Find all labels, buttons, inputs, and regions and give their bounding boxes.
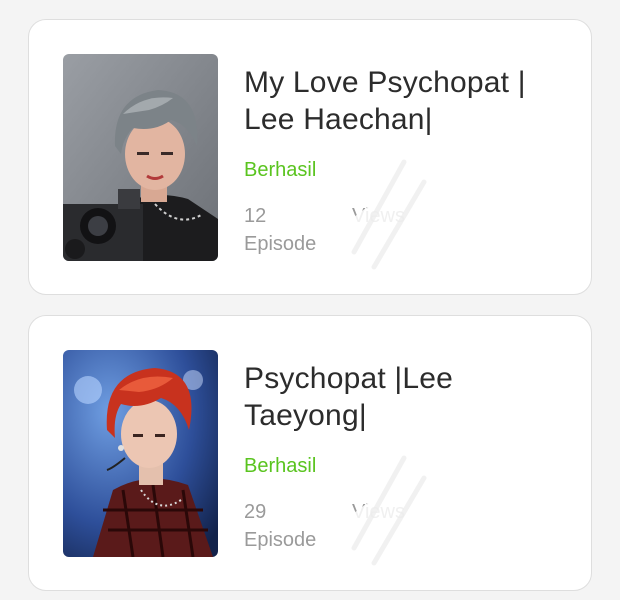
story-cover-image[interactable] (63, 350, 218, 557)
story-title-line: Taeyong| (244, 399, 367, 432)
status-label: Berhasil (244, 159, 317, 181)
story-cover-image[interactable] (63, 54, 218, 261)
episode-label: Episode (244, 233, 317, 255)
status-label: Berhasil (244, 455, 317, 477)
story-title-line: Psychopat |Lee (244, 362, 454, 395)
views-label: Views (352, 501, 405, 523)
cover-photo-grey-hair (63, 54, 218, 261)
episode-stat: 29 Episode (244, 498, 316, 554)
episode-stat: 12 Episode (244, 202, 316, 258)
episode-label: Episode (244, 529, 317, 551)
story-stats: 29 Episode Views (244, 451, 564, 568)
story-title[interactable]: My Love Psychopat | Lee Haechan| (244, 64, 564, 138)
story-list: My Love Psychopat | Lee Haechan| Berhasi… (0, 0, 620, 600)
episode-count: 12 (244, 205, 267, 227)
story-stats: 12 Episode Views (244, 155, 564, 272)
views-stat: Views (352, 498, 405, 526)
cover-photo-red-hair (63, 350, 218, 557)
story-card[interactable]: My Love Psychopat | Lee Haechan| Berhasi… (28, 19, 592, 295)
views-label: Views (352, 205, 405, 227)
story-card[interactable]: Psychopat |Lee Taeyong| Berhasil 29 Epis… (28, 315, 592, 591)
story-title-line: My Love Psychopat | (244, 66, 526, 99)
views-stat: Views (352, 202, 405, 230)
story-title[interactable]: Psychopat |Lee Taeyong| (244, 360, 564, 434)
episode-count: 29 (244, 501, 267, 523)
story-title-line: Lee Haechan| (244, 103, 433, 136)
